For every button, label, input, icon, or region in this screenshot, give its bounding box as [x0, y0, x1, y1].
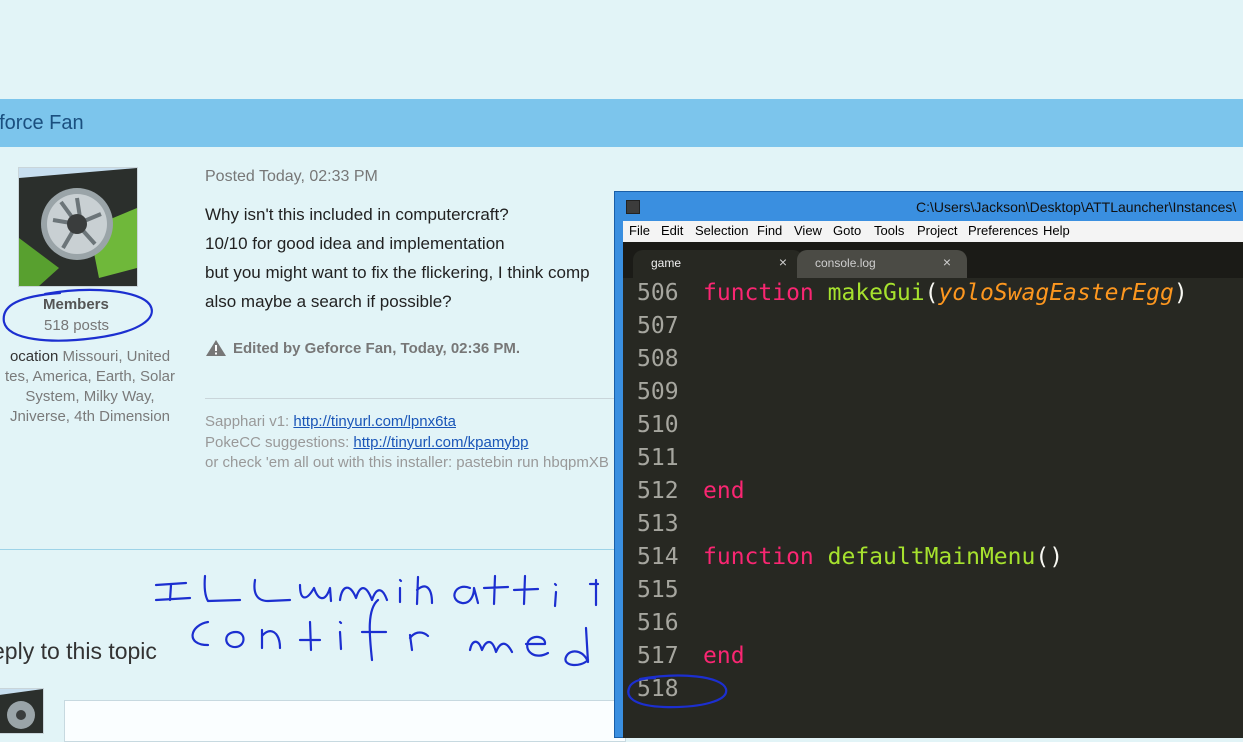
post-line: but you might want to fix the flickering…	[205, 263, 590, 282]
menu-bar: File Edit Selection Find View Goto Tools…	[623, 221, 1243, 242]
menu-edit[interactable]: Edit	[661, 223, 683, 238]
pokecc-link[interactable]: http://tinyurl.com/kpamybp	[353, 434, 528, 451]
line-number: 514	[637, 544, 679, 570]
code-line: 508	[623, 344, 1243, 377]
code-line: 516	[623, 608, 1243, 641]
editor-titlebar[interactable]: C:\Users\Jackson\Desktop\ATTLauncher\Ins…	[615, 192, 1243, 221]
code-line: 510	[623, 410, 1243, 443]
code-line: 506 function makeGui(yoloSwagEasterEgg)	[637, 280, 1188, 306]
line-number: 511	[637, 445, 679, 471]
code-area[interactable]: 506 function makeGui(yoloSwagEasterEgg) 5…	[623, 278, 1243, 738]
gpu-fan-thumb	[0, 689, 43, 733]
author-location: ocation Missouri, United tes, America, E…	[0, 347, 200, 427]
author-post-count: 518 posts	[44, 317, 110, 334]
line-number: 512	[637, 478, 679, 504]
line-number: 518	[637, 676, 679, 702]
code-line: 517 end	[637, 643, 745, 669]
line-number: 509	[637, 379, 679, 405]
tab-game[interactable]: game ×	[633, 250, 803, 278]
post-timestamp: Posted Today, 02:33 PM	[205, 168, 378, 185]
scribble-illuminatti	[154, 574, 600, 608]
location-line-2: tes, America, Earth, Solar	[4, 368, 176, 385]
author-group: Members	[43, 296, 109, 313]
code-line: 512 end	[637, 478, 745, 504]
scribble-confirmed	[191, 598, 590, 667]
line-number: 507	[637, 313, 679, 339]
editor-title: C:\Users\Jackson\Desktop\ATTLauncher\Ins…	[916, 199, 1237, 215]
post-body: Why isn't this included in computercraft…	[205, 203, 615, 319]
close-tab-icon[interactable]: ×	[943, 254, 951, 270]
post-line: Why isn't this included in computercraft…	[205, 205, 509, 224]
signature: Sapphari v1: http://tinyurl.com/lpnx6ta …	[205, 412, 615, 474]
menu-find[interactable]: Find	[757, 223, 782, 238]
edited-notice: Edited by Geforce Fan, Today, 02:36 PM.	[205, 339, 520, 357]
menu-preferences[interactable]: Preferences	[968, 223, 1038, 238]
gpu-fan-image	[19, 168, 137, 286]
menu-project[interactable]: Project	[917, 223, 957, 238]
close-tab-icon[interactable]: ×	[779, 254, 787, 270]
menu-selection[interactable]: Selection	[695, 223, 748, 238]
sapphari-link[interactable]: http://tinyurl.com/lpnx6ta	[293, 413, 456, 430]
code-line: 513	[623, 509, 1243, 542]
tab-bar: game × console.log ×	[623, 242, 1243, 278]
reply-avatar	[0, 688, 44, 734]
topic-header-bar: eforce Fan	[0, 99, 1243, 147]
author-avatar[interactable]	[18, 167, 138, 287]
line-number: 510	[637, 412, 679, 438]
post-line: 10/10 for good idea and implementation	[205, 234, 505, 253]
location-line-4: Jniverse, 4th Dimension	[9, 408, 171, 425]
reply-editor[interactable]	[64, 700, 626, 742]
code-line: 509	[623, 377, 1243, 410]
warning-icon	[206, 340, 226, 356]
topic-title: eforce Fan	[0, 112, 84, 134]
menu-goto[interactable]: Goto	[833, 223, 861, 238]
signature-divider	[205, 398, 615, 399]
location-line-1: ocation Missouri, United	[9, 348, 171, 365]
menu-tools[interactable]: Tools	[874, 223, 904, 238]
edited-text: Edited by Geforce Fan, Today, 02:36 PM.	[233, 340, 521, 357]
reply-heading: eply to this topic	[0, 638, 157, 664]
line-number: 508	[637, 346, 679, 372]
post-line: also maybe a search if possible?	[205, 292, 452, 311]
line-number: 506	[637, 280, 679, 306]
installer-text: or check 'em all out with this installer…	[205, 454, 609, 471]
menu-view[interactable]: View	[794, 223, 822, 238]
code-line: 514 function defaultMainMenu()	[637, 544, 1064, 570]
tab-console-log[interactable]: console.log ×	[797, 250, 967, 278]
line-number: 517	[637, 643, 679, 669]
code-line: 515	[623, 575, 1243, 608]
code-line: 511	[623, 443, 1243, 476]
section-divider	[0, 549, 615, 550]
app-icon	[626, 200, 640, 214]
line-number: 516	[637, 610, 679, 636]
location-line-3: System, Milky Way,	[25, 388, 155, 405]
line-number: 515	[637, 577, 679, 603]
menu-help[interactable]: Help	[1043, 223, 1070, 238]
code-line: 507	[623, 311, 1243, 344]
location-label: ocation	[9, 348, 59, 365]
code-line: 518	[623, 674, 1243, 707]
editor-window: C:\Users\Jackson\Desktop\ATTLauncher\Ins…	[614, 191, 1243, 738]
line-number: 513	[637, 511, 679, 537]
menu-file[interactable]: File	[629, 223, 650, 238]
